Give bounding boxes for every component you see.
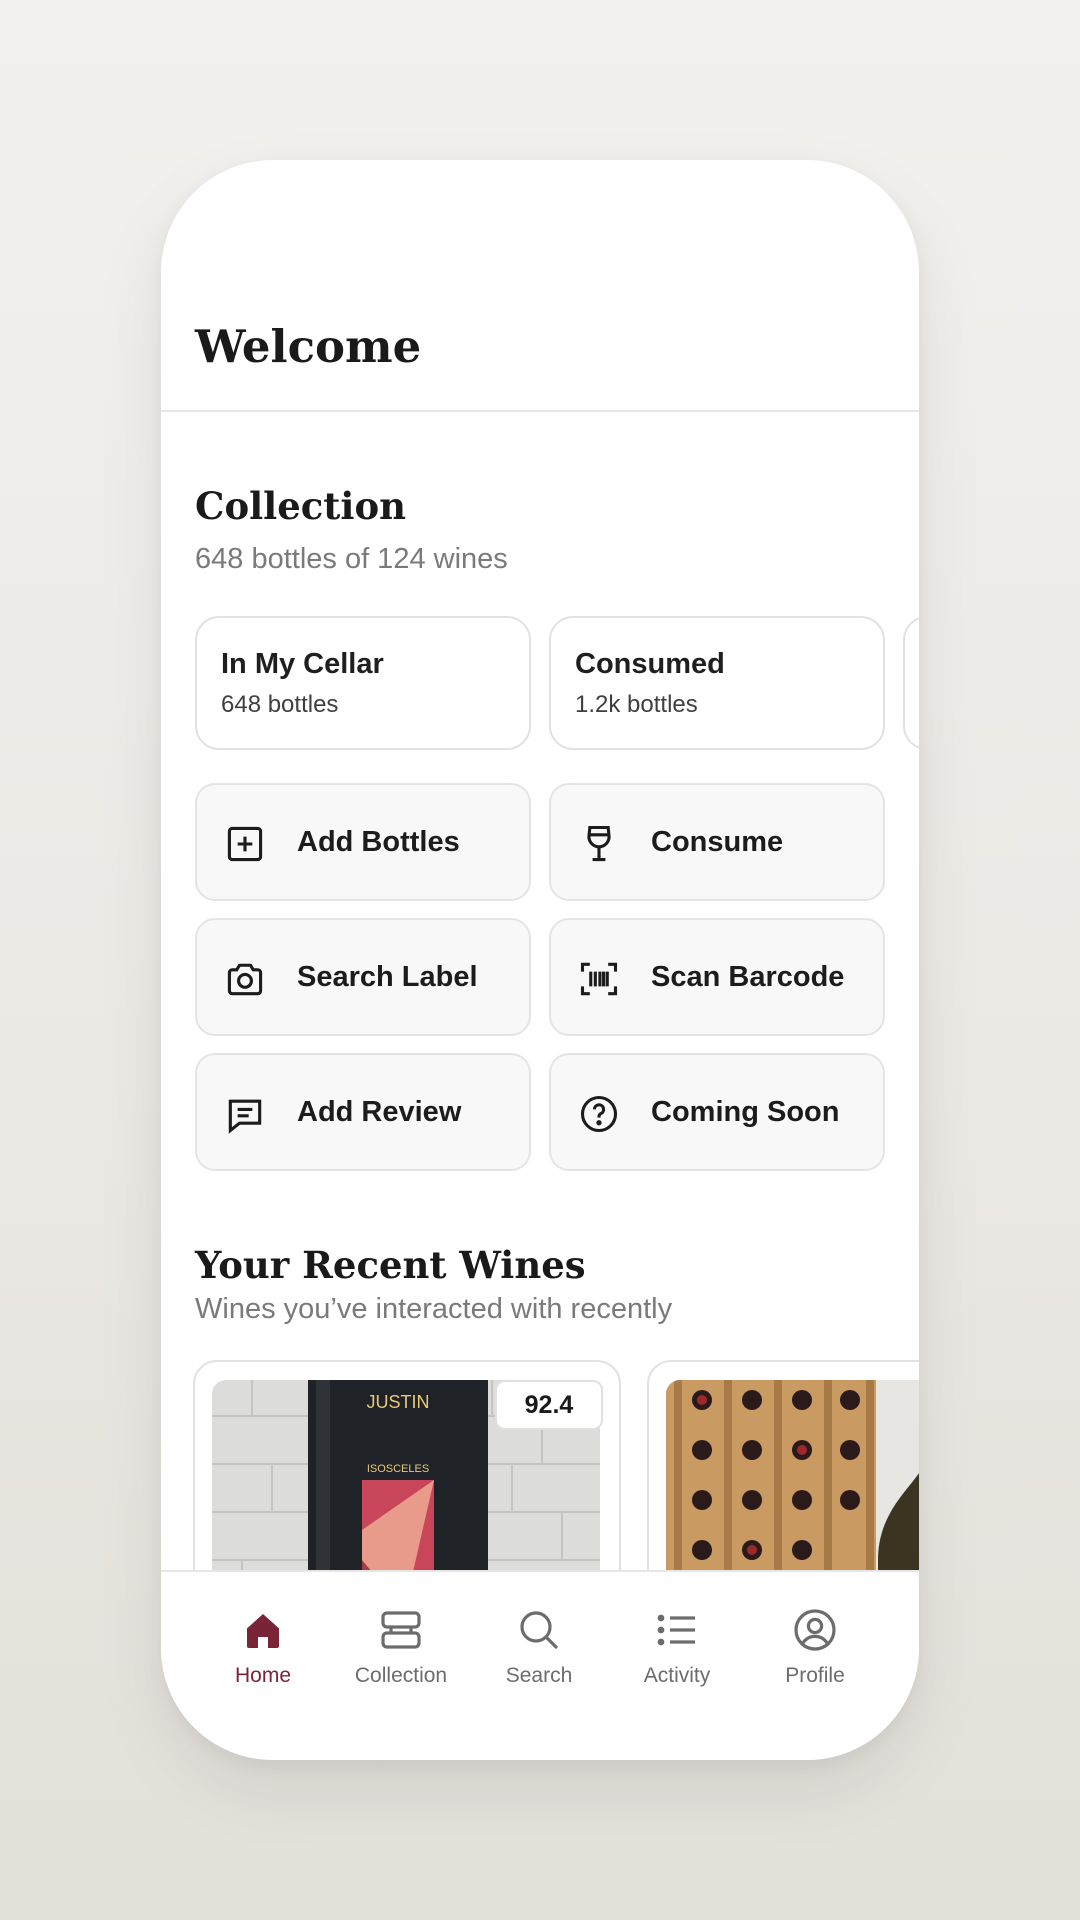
stat-card-subtitle: 1.2k bottles: [575, 691, 698, 718]
action-label: Search Label: [297, 961, 478, 993]
action-label: Consume: [651, 826, 784, 858]
app-header: Welcome: [161, 160, 919, 412]
question-icon: [580, 1095, 618, 1133]
consumed-card[interactable]: Consumed 1.2k bottles: [549, 616, 885, 750]
bottle-brand-text: JUSTIN: [367, 1392, 430, 1412]
search-icon: [520, 1611, 559, 1650]
collection-icon: [381, 1611, 421, 1649]
tab-activity[interactable]: Activity: [609, 1606, 745, 1716]
in-my-cellar-card[interactable]: In My Cellar 648 bottles: [195, 616, 531, 750]
stat-card-title: Consumed: [575, 648, 725, 680]
action-label: Add Review: [297, 1096, 462, 1128]
stat-card-title: In My Cellar: [221, 648, 384, 680]
tab-label: Search: [505, 1664, 573, 1687]
consume-button[interactable]: Consume: [549, 783, 885, 901]
tab-collection[interactable]: Collection: [333, 1606, 469, 1716]
coming-soon-button[interactable]: Coming Soon: [549, 1053, 885, 1171]
recent-wines-title: Your Recent Wines: [195, 1243, 586, 1287]
tab-home[interactable]: Home: [195, 1606, 331, 1716]
collection-title: Collection: [195, 484, 407, 528]
collection-summary: 648 bottles of 124 wines: [195, 543, 508, 575]
recent-wines-subtitle: Wines you’ve interacted with recently: [195, 1293, 673, 1325]
tab-label: Profile: [785, 1664, 845, 1687]
tab-label: Activity: [643, 1664, 711, 1687]
list-icon: [657, 1614, 695, 1646]
scan-barcode-button[interactable]: Scan Barcode: [549, 918, 885, 1036]
message-icon: [228, 1099, 262, 1134]
barcode-icon: [580, 962, 618, 996]
plus-square-icon: [227, 826, 263, 862]
home-icon: [247, 1614, 279, 1648]
bottle-label-text: ISOSCELES: [367, 1463, 429, 1475]
action-label: Coming Soon: [651, 1096, 840, 1128]
search-label-button[interactable]: Search Label: [195, 918, 531, 1036]
page-title: Welcome: [195, 320, 422, 373]
tab-label: Collection: [354, 1664, 448, 1687]
stat-card-partial[interactable]: [903, 616, 919, 750]
add-review-button[interactable]: Add Review: [195, 1053, 531, 1171]
wine-glass-icon: [587, 825, 611, 862]
action-label: Scan Barcode: [651, 961, 845, 993]
stat-card-subtitle: 648 bottles: [221, 691, 339, 718]
action-label: Add Bottles: [297, 826, 460, 858]
add-bottles-button[interactable]: Add Bottles: [195, 783, 531, 901]
phone-screen: Welcome Collection 648 bottles of 124 wi…: [161, 160, 919, 1760]
wine-score-badge: 92.4: [495, 1380, 603, 1430]
tab-label: Home: [234, 1664, 292, 1687]
tab-profile[interactable]: Profile: [747, 1606, 883, 1716]
profile-icon: [794, 1609, 836, 1651]
tab-search[interactable]: Search: [471, 1606, 607, 1716]
bottom-tab-bar: Home Collection Search Activity Profile: [161, 1570, 919, 1760]
camera-icon: [227, 963, 263, 996]
